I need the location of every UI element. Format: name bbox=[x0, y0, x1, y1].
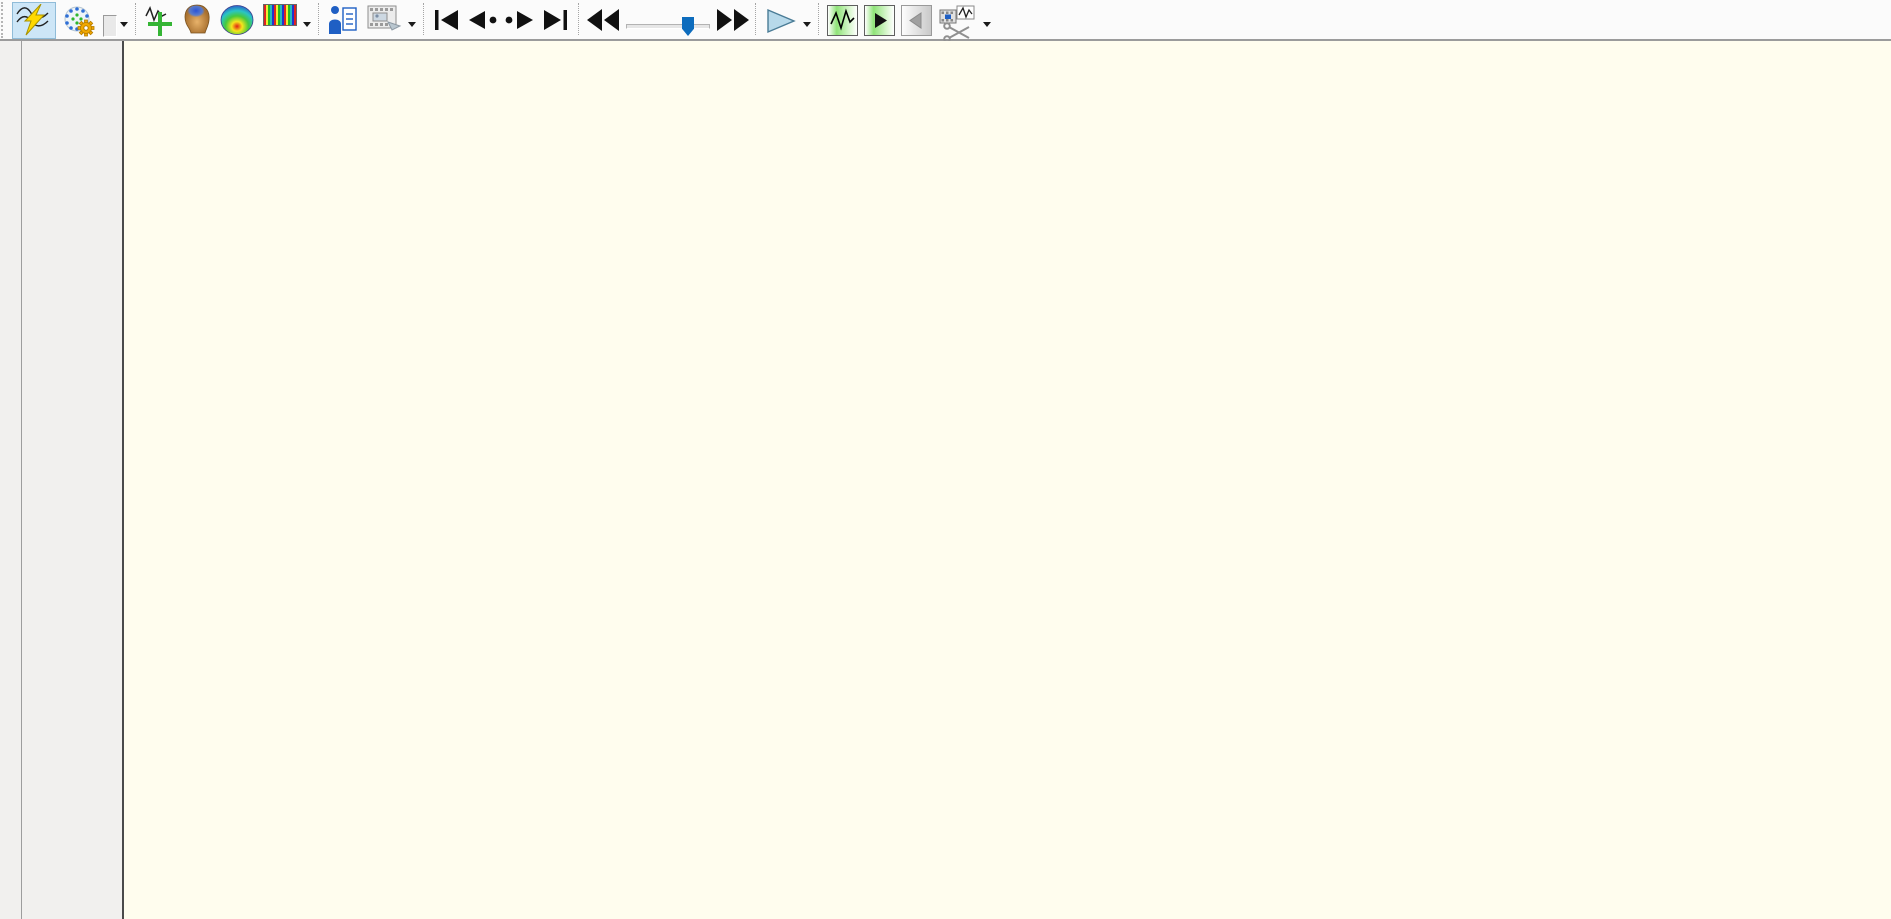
separator bbox=[755, 3, 756, 35]
patient-info-button[interactable] bbox=[326, 2, 360, 41]
time-display[interactable] bbox=[103, 15, 117, 37]
channel-panel bbox=[0, 41, 122, 919]
review-play-icon bbox=[865, 6, 894, 35]
slider-track[interactable] bbox=[626, 24, 710, 29]
separator bbox=[578, 3, 579, 35]
separator bbox=[423, 3, 424, 35]
chevron-down-icon bbox=[120, 22, 128, 31]
prev-page-button[interactable] bbox=[467, 6, 499, 36]
review-back-button[interactable] bbox=[901, 5, 932, 36]
play-dropdown-button[interactable] bbox=[803, 22, 811, 31]
video-button[interactable] bbox=[364, 2, 404, 39]
first-page-button[interactable] bbox=[431, 6, 463, 36]
video-clip-button[interactable] bbox=[937, 3, 979, 46]
patient-info-icon bbox=[328, 4, 358, 36]
review-wave-button[interactable] bbox=[827, 5, 858, 36]
head-3d-icon bbox=[183, 4, 211, 36]
sine-wave-lightning-icon bbox=[15, 4, 53, 37]
montage-settings-button[interactable] bbox=[60, 2, 98, 43]
separator bbox=[818, 3, 819, 35]
electrode-grid-gear-icon bbox=[62, 4, 96, 38]
last-page-button[interactable] bbox=[539, 6, 571, 36]
separator bbox=[135, 3, 136, 35]
toolbar bbox=[0, 0, 1891, 41]
spectrogram-icon bbox=[263, 4, 297, 26]
review-play-button[interactable] bbox=[864, 5, 895, 36]
dsa-dropdown-button[interactable] bbox=[303, 22, 311, 31]
clip-dropdown-button[interactable] bbox=[983, 22, 991, 31]
skip-to-start-icon bbox=[432, 9, 462, 31]
slider-thumb[interactable] bbox=[682, 17, 694, 36]
chevron-down-icon bbox=[408, 22, 416, 31]
play-button[interactable] bbox=[763, 6, 799, 39]
head-map-3d-button[interactable] bbox=[181, 2, 213, 41]
previous-arrow-icon bbox=[467, 9, 499, 31]
speed-slider[interactable] bbox=[624, 2, 712, 38]
skip-to-end-icon bbox=[540, 9, 570, 31]
topo-map-icon bbox=[219, 4, 255, 36]
chevron-down-icon bbox=[803, 22, 811, 31]
review-waveform-icon bbox=[828, 6, 857, 35]
chevron-down-icon bbox=[983, 22, 991, 31]
panel-divider bbox=[21, 41, 22, 919]
rewind-icon bbox=[586, 8, 620, 32]
next-arrow-icon bbox=[503, 9, 535, 31]
rewind-button[interactable] bbox=[586, 6, 618, 36]
notch-filter-50hz-button[interactable] bbox=[12, 2, 56, 39]
video-dropdown-button[interactable] bbox=[408, 22, 416, 31]
next-page-button[interactable] bbox=[503, 6, 535, 36]
filmstrip-icon bbox=[366, 4, 402, 34]
datetime-display bbox=[103, 1, 117, 37]
film-scissors-icon bbox=[939, 5, 977, 41]
separator bbox=[318, 3, 319, 35]
eeg-trace-canvas bbox=[0, 0, 1891, 919]
toolbar-grip bbox=[1, 2, 7, 38]
event-marker-button[interactable] bbox=[143, 2, 177, 41]
chevron-down-icon bbox=[303, 22, 311, 31]
waveform-cross-icon bbox=[145, 4, 175, 36]
time-dropdown-button[interactable] bbox=[120, 22, 128, 31]
topo-map-button[interactable] bbox=[217, 2, 257, 41]
dsa-trend-button[interactable] bbox=[261, 2, 299, 28]
review-back-icon bbox=[902, 6, 931, 35]
fast-forward-button[interactable] bbox=[716, 6, 748, 36]
fast-forward-icon bbox=[716, 8, 750, 32]
play-icon bbox=[765, 8, 797, 34]
